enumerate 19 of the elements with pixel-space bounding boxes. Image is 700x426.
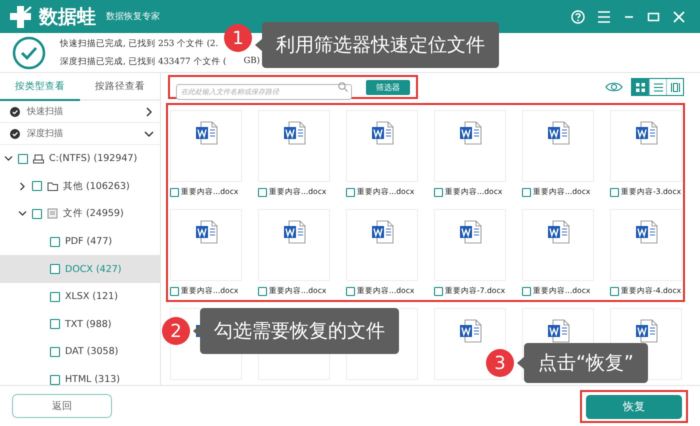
tree-item-label: 文件 (24959) bbox=[63, 207, 124, 220]
tree-item-label: TXT (988) bbox=[65, 318, 112, 330]
tree-item-label: DOCX (427) bbox=[65, 264, 122, 275]
tree-item-label: C:(NTFS) (192947) bbox=[49, 153, 138, 164]
tree-item-label: DAT (3058) bbox=[65, 346, 118, 358]
app-subtitle: 数据恢复专家 bbox=[106, 10, 160, 23]
step-number-badge: 1 bbox=[224, 24, 252, 52]
tree-item-label: HTML (313) bbox=[65, 374, 120, 385]
tree-item-label: XLSX (121) bbox=[65, 291, 118, 302]
scan-status-text: GB) bbox=[244, 56, 260, 68]
tree-item-label: PDF (477) bbox=[65, 236, 112, 248]
scan-status-text: 快速扫描已完成, 已找到 253 个文件 (2. bbox=[60, 38, 218, 50]
tree-item-label: 其他 (106263) bbox=[63, 180, 130, 193]
scan-status-text: 深度扫描已完成, 已找到 433477 个文件 ( bbox=[60, 56, 226, 68]
step-number-badge: 2 bbox=[162, 317, 190, 345]
step-tooltip: 点击“恢复” bbox=[517, 343, 648, 383]
app-name: 数据蛙 bbox=[39, 4, 96, 30]
step-tooltip: 勾选需要恢复的文件 bbox=[193, 308, 399, 354]
step-number-badge: 3 bbox=[486, 349, 514, 377]
